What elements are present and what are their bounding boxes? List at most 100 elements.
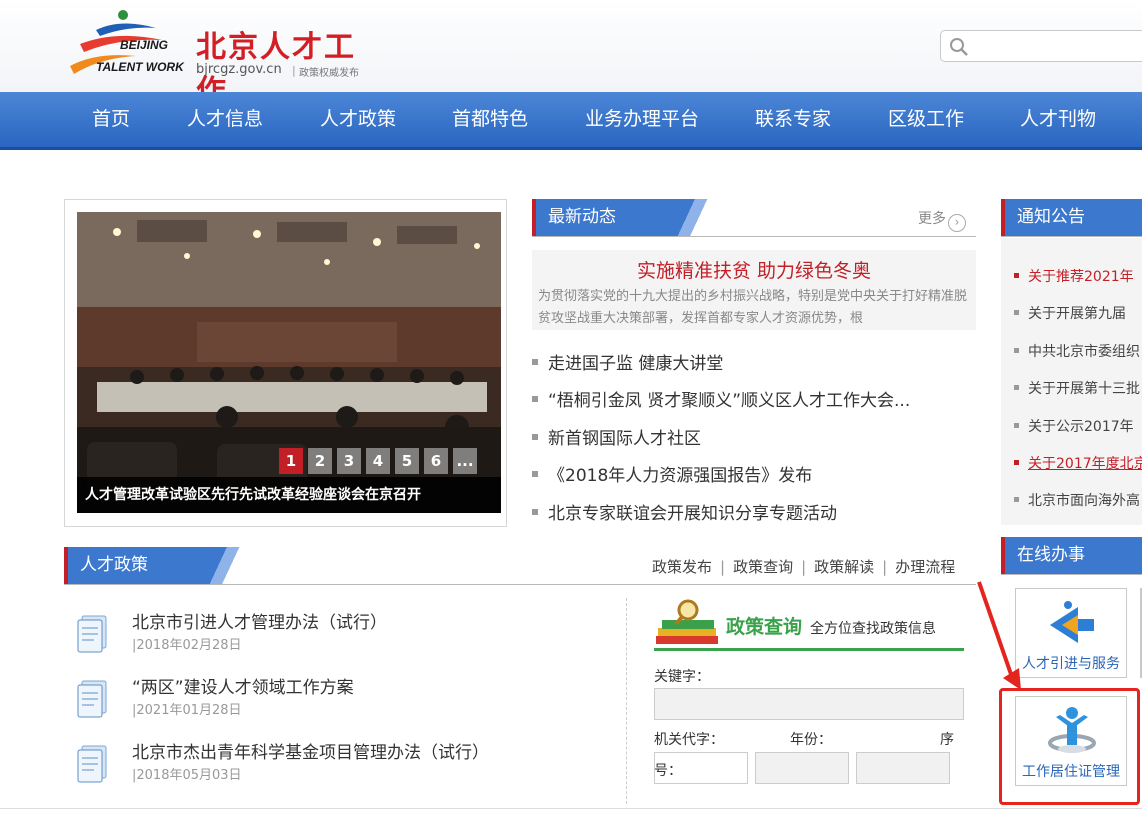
logo-url: bjrcgz.gov.cn (196, 62, 282, 77)
pager-button-1[interactable]: 1 (279, 448, 303, 474)
pager-button-more[interactable]: ... (453, 448, 477, 474)
slider-caption[interactable]: 人才管理改革试验区先行先试改革经验座谈会在京召开 (77, 477, 501, 513)
search-icon[interactable] (949, 37, 969, 57)
news-item[interactable]: 《2018年人力资源强国报告》发布 (532, 461, 976, 486)
policy-link-publish[interactable]: 政策发布 (652, 558, 712, 576)
sequence-label-part1: 序 (940, 732, 954, 748)
nav-item-business-platform[interactable]: 业务办理平台 (585, 92, 699, 147)
nav-item-talent-policy[interactable]: 人才政策 (320, 92, 396, 147)
document-title[interactable]: 北京市杰出青年科学基金项目管理办法（试行） (132, 738, 489, 763)
notice-item[interactable]: 关于开展第九届 (1014, 303, 1142, 323)
header-tab-decoration (194, 547, 250, 584)
online-services-title: 在线办事 (1001, 537, 1142, 574)
headline-box: 实施精准扶贫 助力绿色冬奥 为贯彻落实党的十九大提出的乡村振兴战略，特别是党中央… (532, 250, 976, 330)
document-title[interactable]: “两区”建设人才领域工作方案 (132, 673, 354, 698)
more-label: 更多 (918, 211, 946, 227)
notice-item[interactable]: 关于推荐2021年 (1014, 266, 1142, 286)
policy-document-item[interactable]: “两区”建设人才领域工作方案 |2021年01月28日 (76, 673, 616, 733)
notice-text: 关于2017年度北京 (1028, 456, 1142, 472)
logo-english-line1: BEIJING (120, 38, 169, 52)
bullet-icon (1014, 273, 1019, 278)
main-nav: 首页 人才信息 人才政策 首都特色 业务办理平台 联系专家 区级工作 人才刊物 (0, 92, 1142, 150)
year-label: 年份： (790, 732, 832, 748)
bullet-icon (1014, 460, 1019, 465)
policy-title: 人才政策 (64, 547, 194, 584)
news-item[interactable]: 新首钢国际人才社区 (532, 424, 976, 449)
pager-button-3[interactable]: 3 (337, 448, 361, 474)
pager-button-4[interactable]: 4 (366, 448, 390, 474)
notice-item[interactable]: 北京市面向海外高 (1014, 490, 1142, 510)
year-input[interactable] (755, 752, 849, 784)
bullet-icon (532, 359, 538, 365)
logo-separator: | (292, 64, 296, 77)
bullet-icon (1014, 348, 1019, 353)
books-magnifier-icon (656, 599, 718, 644)
latest-news-header: 最新动态 (532, 199, 976, 237)
notices-header: 通知公告 (1001, 199, 1142, 237)
pager-button-6[interactable]: 6 (424, 448, 448, 474)
nav-item-talent-info[interactable]: 人才信息 (187, 92, 263, 147)
policy-document-item[interactable]: 北京市杰出青年科学基金项目管理办法（试行） |2018年05月03日 (76, 738, 616, 798)
news-item-text: 北京专家联谊会开展知识分享专题活动 (548, 504, 837, 524)
logo-slogan: 政策权威发布 (299, 68, 359, 79)
bullet-icon (532, 396, 538, 402)
sequence-input[interactable] (856, 752, 950, 784)
image-slider: 1 2 3 4 5 6 ... 人才管理改革试验区先行先试改革经验座谈会在京召开 (64, 199, 507, 527)
header-tab-decoration (662, 199, 718, 236)
policy-link-query[interactable]: 政策查询 (733, 558, 793, 576)
notice-text: 关于开展第九届 (1028, 306, 1126, 322)
news-item-text: 《2018年人力资源强国报告》发布 (548, 466, 813, 486)
notice-item[interactable]: 关于开展第十三批 (1014, 378, 1142, 398)
search-input[interactable] (975, 35, 1142, 57)
news-item[interactable]: 北京专家联谊会开展知识分享专题活动 (532, 499, 976, 524)
keyword-input[interactable] (654, 688, 964, 720)
nav-item-home[interactable]: 首页 (92, 92, 130, 147)
search-box[interactable] (940, 30, 1142, 62)
pager-button-2[interactable]: 2 (308, 448, 332, 474)
policy-document-item[interactable]: 北京市引进人才管理办法（试行） |2018年02月28日 (76, 608, 616, 668)
nav-item-district-work[interactable]: 区级工作 (888, 92, 964, 147)
bullet-icon (532, 434, 538, 440)
online-services-header: 在线办事 (1001, 537, 1142, 575)
column-divider (626, 598, 627, 804)
news-item[interactable]: 走进国子监 健康大讲堂 (532, 349, 976, 374)
policy-query-subtitle: 全方位查找政策信息 (810, 621, 936, 637)
notice-item[interactable]: 关于2017年度北京 (1014, 453, 1142, 473)
notice-text: 关于推荐2021年 (1028, 269, 1134, 285)
site-logo[interactable]: BEIJING TALENT WORK 北京人才工作 bjrcgz.gov.cn… (66, 8, 386, 109)
headline-title[interactable]: 实施精准扶贫 助力绿色冬奥 (532, 256, 976, 283)
agency-code-input[interactable] (654, 752, 748, 784)
notices-title: 通知公告 (1001, 199, 1142, 236)
notice-item[interactable]: 关于公示2017年 (1014, 416, 1142, 436)
document-icon (77, 745, 107, 783)
keyword-label: 关键字： (654, 669, 710, 685)
site-header: BEIJING TALENT WORK 北京人才工作 bjrcgz.gov.cn… (0, 0, 1142, 109)
notice-text: 中共北京市委组织 (1028, 344, 1140, 360)
notice-item[interactable]: 中共北京市委组织 (1014, 341, 1142, 361)
link-separator: | (882, 558, 888, 576)
document-title[interactable]: 北京市引进人才管理办法（试行） (132, 608, 387, 633)
news-item[interactable]: “梧桐引金凤 贤才聚顺义”顺义区人才工作大会... (532, 386, 976, 411)
latest-news-more-link[interactable]: 更多 › (918, 208, 966, 232)
policy-tab-links: 政策发布 | 政策查询 | 政策解读 | 办理流程 (652, 556, 955, 577)
highlight-annotation-box (999, 688, 1140, 805)
news-item-text: “梧桐引金凤 贤才聚顺义”顺义区人才工作大会... (548, 391, 911, 411)
news-item-text: 新首钢国际人才社区 (548, 429, 701, 449)
nav-item-capital-features[interactable]: 首都特色 (452, 92, 528, 147)
slider-photo[interactable]: 1 2 3 4 5 6 ... 人才管理改革试验区先行先试改革经验座谈会在京召开 (77, 212, 501, 513)
notice-text: 关于开展第十三批 (1028, 381, 1140, 397)
bullet-icon (1014, 423, 1019, 428)
policy-link-process[interactable]: 办理流程 (895, 558, 955, 576)
agency-code-label: 机关代字： (654, 732, 724, 748)
latest-news-title: 最新动态 (532, 199, 662, 236)
page-bottom-divider (0, 808, 1142, 809)
link-separator: | (720, 558, 726, 576)
bullet-icon (1014, 497, 1019, 502)
pager-button-5[interactable]: 5 (395, 448, 419, 474)
nav-item-talent-publications[interactable]: 人才刊物 (1020, 92, 1096, 147)
policy-link-interpret[interactable]: 政策解读 (814, 558, 874, 576)
policy-query-title: 政策查询 (726, 616, 803, 638)
chevron-right-icon: › (948, 214, 966, 232)
nav-item-contact-experts[interactable]: 联系专家 (755, 92, 831, 147)
policy-query-underline (654, 648, 964, 651)
